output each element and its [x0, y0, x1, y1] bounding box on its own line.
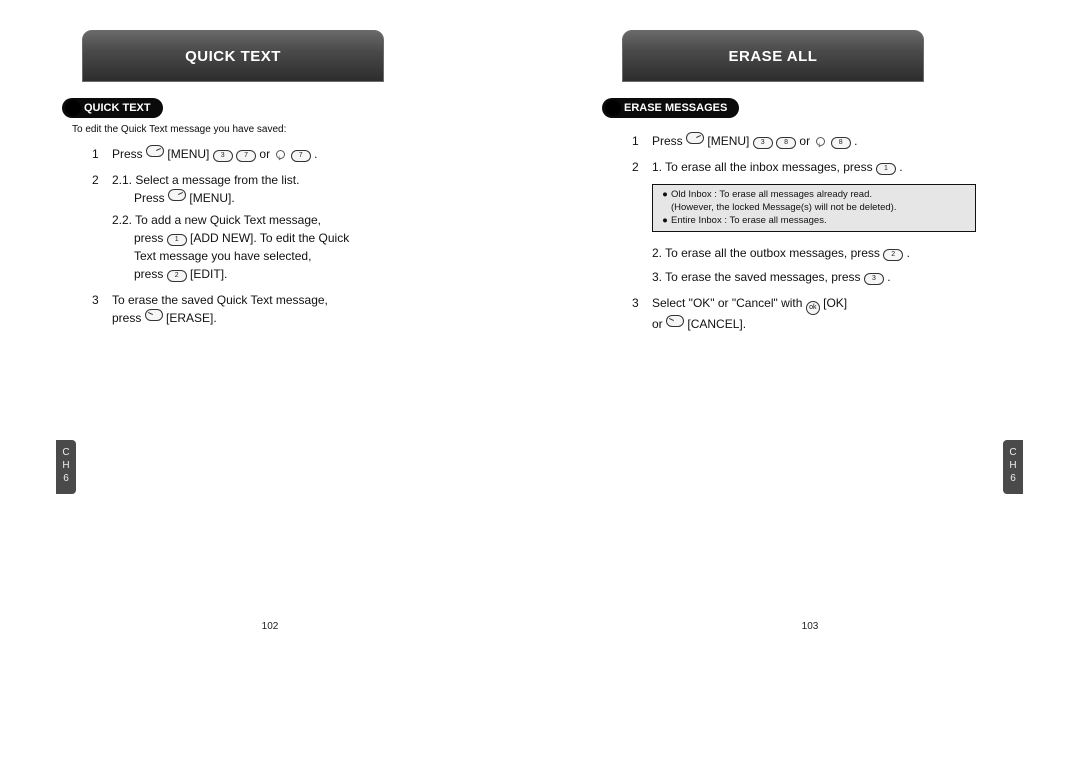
step-body: 2.1. Select a message from the list. Pre…: [112, 171, 478, 283]
text: [MENU]: [707, 134, 752, 148]
text: [CANCEL].: [687, 317, 746, 331]
key-8-icon: 8: [776, 137, 796, 149]
step-body: Select "OK" or "Cancel" with ok [OK] or …: [652, 294, 1002, 333]
right-step-3: 3 Select "OK" or "Cancel" with ok [OK] o…: [632, 294, 1002, 333]
text: .: [907, 246, 910, 260]
text: 3. To erase the saved messages, press: [652, 270, 864, 284]
step-body: Press [MENU] 3 7 or 7 .: [112, 145, 478, 163]
text: Press: [652, 134, 686, 148]
key-2-icon: 2: [167, 270, 187, 282]
text: or: [799, 134, 813, 148]
nav-down-icon: [273, 147, 287, 161]
soft-right-key-icon: [666, 315, 684, 327]
text: Press: [112, 147, 146, 161]
text: [ADD NEW]. To edit the Quick: [190, 231, 349, 245]
intro-left: To edit the Quick Text message you have …: [72, 124, 478, 135]
key-7-icon: 7: [291, 150, 311, 162]
text: [ERASE].: [166, 311, 217, 325]
bullet-icon: ●: [659, 215, 671, 228]
text: [OK]: [823, 296, 847, 310]
text: Select "OK" or "Cancel" with: [652, 296, 806, 310]
step-number: 3: [632, 294, 652, 333]
section-label-right-text: ERASE MESSAGES: [624, 102, 727, 114]
note-text: Old Inbox : To erase all messages alread…: [671, 189, 969, 215]
step-number: 1: [92, 145, 112, 163]
key-7-icon: 7: [236, 150, 256, 162]
text: press: [134, 231, 167, 245]
step-number: 2: [92, 171, 112, 283]
right-step-1: 1 Press [MENU] 3 8 or 8 .: [632, 132, 1002, 150]
text: [MENU]: [167, 147, 212, 161]
right-step-2: 2 1. To erase all the inbox messages, pr…: [632, 158, 1002, 176]
step-body: 2. To erase all the outbox messages, pre…: [652, 244, 1002, 286]
key-8-icon: 8: [831, 137, 851, 149]
text: .: [854, 134, 857, 148]
text: .: [314, 147, 317, 161]
text: or: [652, 317, 666, 331]
text: Old Inbox : To erase all messages alread…: [671, 189, 872, 200]
key-1-icon: 1: [167, 234, 187, 246]
bullet-icon: ●: [659, 189, 671, 215]
right-step-2-cont: 2. To erase all the outbox messages, pre…: [632, 244, 1002, 286]
step-body: To erase the saved Quick Text message, p…: [112, 291, 478, 327]
soft-left-key-icon: [168, 189, 186, 201]
text: .: [887, 270, 890, 284]
manual-spread: QUICK TEXT QUICK TEXT To edit the Quick …: [0, 0, 1080, 763]
left-step-3: 3 To erase the saved Quick Text message,…: [92, 291, 478, 327]
section-label-left-text: QUICK TEXT: [84, 102, 151, 114]
key-3-icon: 3: [213, 150, 233, 162]
text: 2. To erase all the outbox messages, pre…: [652, 246, 883, 260]
step-number: 1: [632, 132, 652, 150]
text: To erase the saved Quick Text message,: [112, 293, 328, 307]
note-line: ● Entire Inbox : To erase all messages.: [659, 215, 969, 228]
text: Text message you have selected,: [134, 249, 311, 263]
text: press: [112, 311, 145, 325]
key-1-icon: 1: [876, 163, 896, 175]
nav-down-icon: [813, 134, 827, 148]
step-body: 1. To erase all the inbox messages, pres…: [652, 158, 1002, 176]
step-number: [632, 244, 652, 286]
text: 2.1. Select a message from the list.: [112, 173, 299, 187]
text: 1. To erase all the inbox messages, pres…: [652, 160, 876, 174]
chapter-tab-left: CH6: [56, 440, 76, 494]
note-line: ● Old Inbox : To erase all messages alre…: [659, 189, 969, 215]
section-label-right: ERASE MESSAGES: [602, 98, 739, 118]
page-number-left: 102: [0, 621, 540, 632]
text: press: [134, 267, 167, 281]
step-number: 3: [92, 291, 112, 327]
step-body: Press [MENU] 3 8 or 8 .: [652, 132, 1002, 150]
text: (However, the locked Message(s) will not…: [671, 202, 896, 213]
tab-header-left: QUICK TEXT: [82, 30, 384, 82]
text: Press: [134, 191, 168, 205]
ok-key-icon: ok: [806, 301, 820, 315]
text: [EDIT].: [190, 267, 227, 281]
text: 2.2. To add a new Quick Text message,: [112, 213, 321, 227]
note-box: ● Old Inbox : To erase all messages alre…: [652, 184, 976, 232]
tab-title-left: QUICK TEXT: [185, 48, 281, 65]
text: .: [899, 160, 902, 174]
page-number-right: 103: [540, 621, 1080, 632]
left-step-2: 2 2.1. Select a message from the list. P…: [92, 171, 478, 283]
key-3-icon: 3: [753, 137, 773, 149]
tab-title-right: ERASE ALL: [729, 48, 818, 65]
soft-left-key-icon: [146, 145, 164, 157]
text: or: [259, 147, 273, 161]
left-step-1: 1 Press [MENU] 3 7 or 7 .: [92, 145, 478, 163]
step-number: 2: [632, 158, 652, 176]
soft-right-key-icon: [145, 309, 163, 321]
page-right: ERASE ALL ERASE MESSAGES 1 Press [MENU] …: [540, 0, 1080, 670]
chapter-tab-right: CH6: [1003, 440, 1023, 494]
text: [MENU].: [189, 191, 234, 205]
key-2-icon: 2: [883, 249, 903, 261]
soft-left-key-icon: [686, 132, 704, 144]
section-label-left: QUICK TEXT: [62, 98, 163, 118]
key-3-icon: 3: [864, 273, 884, 285]
tab-header-right: ERASE ALL: [622, 30, 924, 82]
note-text: Entire Inbox : To erase all messages.: [671, 215, 969, 228]
page-left: QUICK TEXT QUICK TEXT To edit the Quick …: [0, 0, 540, 670]
